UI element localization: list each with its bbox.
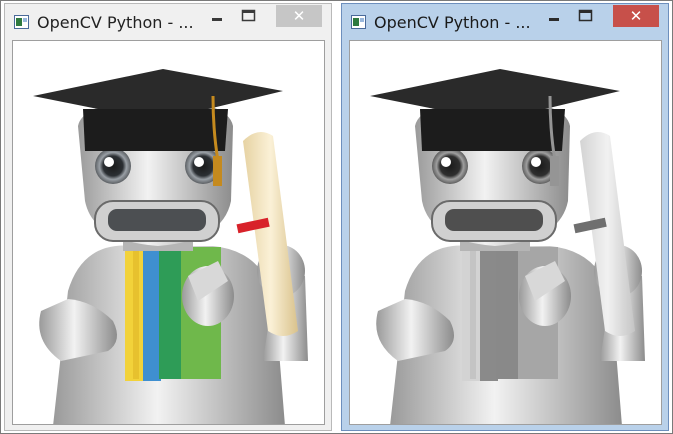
window-color[interactable]: OpenCV Python - ... ✕ [4, 3, 332, 431]
maximize-icon [578, 9, 593, 22]
window-title: OpenCV Python - ... [374, 13, 531, 32]
window-title: OpenCV Python - ... [37, 13, 194, 32]
image-view [12, 40, 325, 425]
close-icon: ✕ [292, 7, 306, 25]
opencv-app-icon [14, 15, 29, 29]
minimize-icon [549, 18, 559, 21]
screen-frame: OpenCV Python - ... ✕ OpenCV Python - ..… [0, 0, 673, 434]
window-grayscale[interactable]: OpenCV Python - ... ✕ [341, 3, 669, 431]
minimize-icon [212, 18, 222, 21]
titlebar[interactable]: OpenCV Python - ... ✕ [342, 4, 668, 38]
robot-graduate-image [31, 67, 310, 424]
minimize-button[interactable] [540, 5, 568, 27]
maximize-button[interactable] [571, 5, 599, 27]
titlebar[interactable]: OpenCV Python - ... ✕ [5, 4, 331, 38]
minimize-button[interactable] [203, 5, 231, 27]
close-button[interactable]: ✕ [276, 5, 322, 27]
image-view [349, 40, 662, 425]
maximize-icon [241, 9, 256, 22]
maximize-button[interactable] [234, 5, 262, 27]
close-icon: ✕ [629, 7, 643, 25]
close-button[interactable]: ✕ [613, 5, 659, 27]
opencv-app-icon [351, 15, 366, 29]
robot-graduate-grayscale-image [368, 67, 647, 424]
